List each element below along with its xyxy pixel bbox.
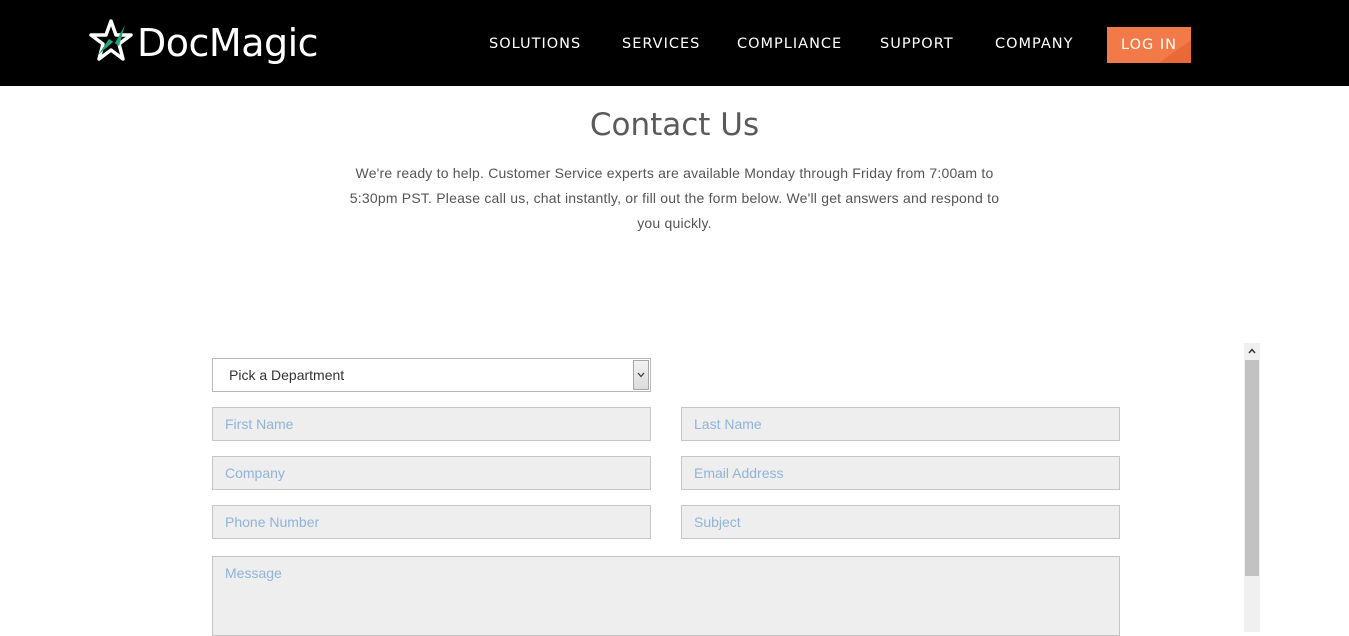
nav-company[interactable]: COMPANY xyxy=(995,35,1074,53)
login-label: LOG IN xyxy=(1121,37,1177,53)
nav-solutions[interactable]: SOLUTIONS xyxy=(489,35,581,53)
nav-compliance[interactable]: COMPLIANCE xyxy=(737,35,842,53)
nav-services[interactable]: SERVICES xyxy=(622,35,700,53)
first-name-field[interactable] xyxy=(212,407,651,441)
login-button[interactable]: LOG IN xyxy=(1107,27,1191,63)
chevron-down-icon[interactable] xyxy=(633,360,649,390)
message-field[interactable] xyxy=(212,556,1120,636)
intro-line: 5:30pm PST. Please call us, chat instant… xyxy=(349,190,1000,206)
star-logo-icon xyxy=(89,18,133,68)
docmagic-logo[interactable]: DocMagic xyxy=(89,18,319,68)
logo-text: DocMagic xyxy=(137,21,319,65)
subject-field[interactable] xyxy=(681,505,1120,539)
intro-line: We're ready to help. Customer Service ex… xyxy=(355,165,994,181)
nav-support[interactable]: SUPPORT xyxy=(880,35,954,53)
department-select-value: Pick a Department xyxy=(229,367,345,383)
site-header: DocMagic SOLUTIONS SERVICES COMPLIANCE S… xyxy=(0,0,1349,86)
department-select[interactable]: Pick a Department xyxy=(212,358,651,392)
page-title: Contact Us xyxy=(589,107,760,143)
intro-line: you quickly. xyxy=(637,215,712,231)
scroll-up-arrow-icon[interactable] xyxy=(1244,343,1260,359)
intro-text: We're ready to help. Customer Service ex… xyxy=(324,161,1025,236)
scrollbar-thumb[interactable] xyxy=(1245,360,1259,576)
phone-field[interactable] xyxy=(212,505,651,539)
form-scrollbar[interactable] xyxy=(1244,343,1260,632)
company-field[interactable] xyxy=(212,456,651,490)
last-name-field[interactable] xyxy=(681,407,1120,441)
email-field[interactable] xyxy=(681,456,1120,490)
